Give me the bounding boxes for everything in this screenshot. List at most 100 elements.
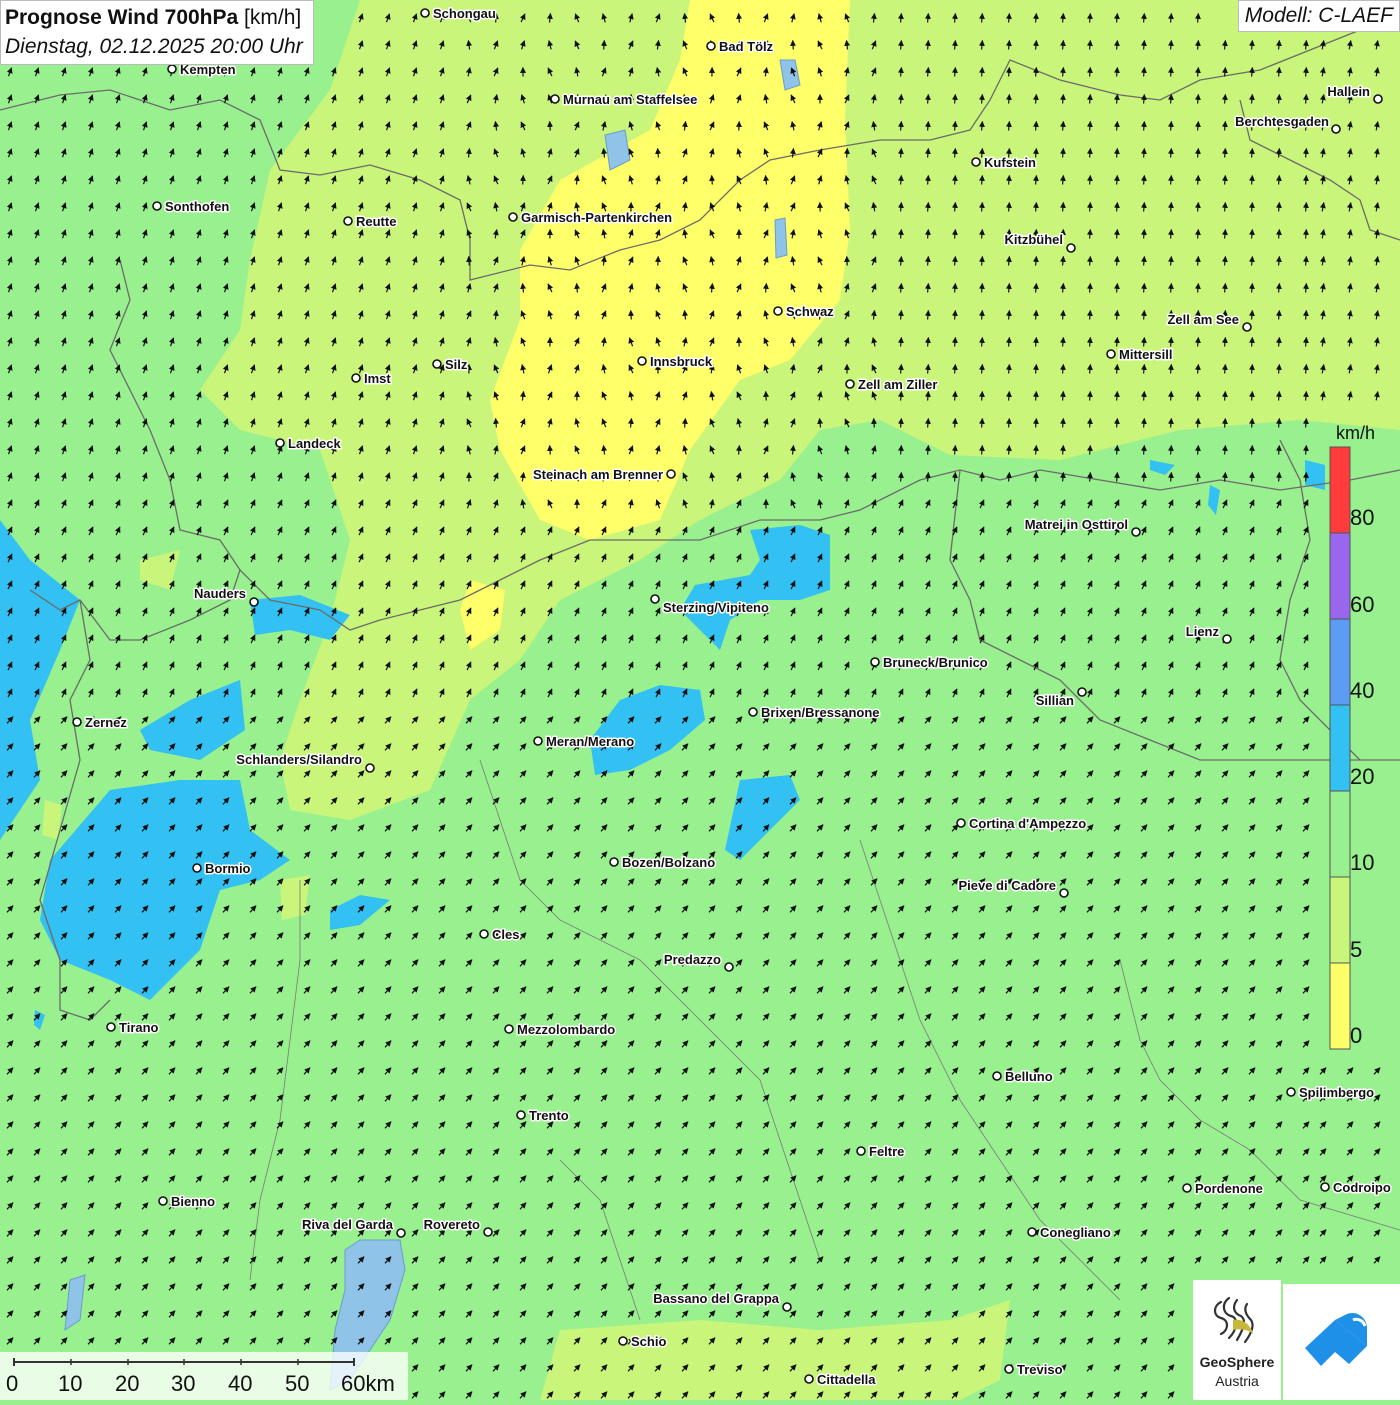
wind-arrow <box>1117 95 1118 104</box>
wind-arrow <box>1225 284 1226 293</box>
wind-arrow <box>901 311 902 320</box>
geosphere-sub: Austria <box>1193 1373 1281 1389</box>
town-dot <box>619 1337 627 1345</box>
town-marker[interactable]: Meran/Merano <box>534 734 634 749</box>
wind-arrow <box>955 338 956 347</box>
wind-arrow <box>928 338 929 347</box>
town-marker[interactable]: Cortina d'Ampezzo <box>957 816 1086 831</box>
wind-arrow <box>1171 176 1172 185</box>
wind-arrow <box>1117 203 1118 212</box>
town-dot <box>1067 244 1075 252</box>
town-dot <box>366 764 374 772</box>
wind-arrow <box>1252 257 1253 266</box>
legend-label-60: 60 <box>1350 592 1374 618</box>
wind-arrow <box>1171 68 1172 77</box>
wind-arrow <box>1279 284 1280 293</box>
scale-label-60km: 60km <box>341 1371 395 1397</box>
wind-arrow <box>1090 392 1091 401</box>
wind-arrow <box>1117 41 1118 50</box>
wind-map[interactable]: SchongauBad TölzKemptenMurnau am Staffel… <box>0 0 1400 1400</box>
town-label: Imst <box>364 371 391 386</box>
forecast-datetime: Dienstag, 02.12.2025 20:00 Uhr <box>5 32 303 61</box>
wind-arrow <box>901 68 902 77</box>
wind-arrow <box>1306 68 1307 77</box>
wind-arrow <box>928 392 929 401</box>
wind-arrow <box>1171 365 1172 374</box>
town-marker[interactable]: Bozen/Bolzano <box>610 855 715 870</box>
weather-app-logo[interactable] <box>1283 1284 1400 1400</box>
town-marker[interactable]: Mezzolombardo <box>505 1022 615 1037</box>
wind-arrow <box>1306 446 1307 455</box>
wind-arrow <box>901 365 902 374</box>
wind-arrow <box>1063 365 1064 374</box>
wind-arrow <box>1063 122 1064 131</box>
wind-arrow <box>901 14 902 23</box>
town-marker[interactable]: Spilimbergo <box>1287 1085 1374 1100</box>
town-marker[interactable]: Pordenone <box>1183 1181 1263 1196</box>
town-label: Lienz <box>1186 624 1220 639</box>
town-marker[interactable]: Steinach am Brenner <box>533 467 675 482</box>
wind-arrow <box>1144 68 1145 77</box>
wind-arrow <box>928 149 929 158</box>
legend-label-10: 10 <box>1350 850 1374 876</box>
town-marker[interactable]: Innsbruck <box>638 354 713 369</box>
geosphere-logo[interactable]: GeoSphere Austria <box>1193 1280 1281 1400</box>
wind-arrow <box>955 284 956 293</box>
wind-arrow <box>739 446 740 455</box>
town-marker[interactable]: Zell am Ziller <box>846 377 937 392</box>
wind-arrow <box>1225 365 1226 374</box>
wind-arrow <box>955 473 956 482</box>
wind-arrow <box>1198 365 1199 374</box>
wind-arrow <box>1090 284 1091 293</box>
wind-arrow <box>955 257 956 266</box>
town-label: Predazzo <box>664 952 721 967</box>
model-label: Modell: C-LAEF <box>1238 0 1400 32</box>
wind-arrow <box>928 122 929 131</box>
scale-label-0: 0 <box>6 1371 18 1397</box>
wind-arrow <box>1225 95 1226 104</box>
wind-arrow <box>1225 68 1226 77</box>
town-dot <box>1005 1365 1013 1373</box>
town-label: Hallein <box>1327 84 1370 99</box>
town-dot <box>610 858 618 866</box>
wind-arrow <box>1063 284 1064 293</box>
wind-arrow <box>604 41 605 50</box>
wind-arrow <box>1279 41 1280 50</box>
legend-label-5: 5 <box>1350 937 1362 963</box>
town-label: Bienno <box>171 1194 215 1209</box>
legend-label-20: 20 <box>1350 764 1374 790</box>
wind-arrow <box>1090 149 1091 158</box>
wind-arrow <box>982 95 983 104</box>
wind-arrow <box>928 203 929 212</box>
wind-arrow <box>1252 392 1253 401</box>
town-marker[interactable]: Conegliano <box>1028 1225 1111 1240</box>
geosphere-name: GeoSphere <box>1193 1354 1281 1370</box>
wind-arrow <box>928 176 929 185</box>
town-marker[interactable]: Schongau <box>421 6 496 21</box>
scale-bar: 0 10 20 30 40 50 60km <box>0 1352 408 1400</box>
wind-arrow <box>1279 473 1280 482</box>
wind-arrow <box>955 122 956 131</box>
town-label: Zell am See <box>1167 312 1239 327</box>
wind-arrow <box>955 149 956 158</box>
town-label: Bassano del Grappa <box>653 1291 779 1306</box>
wind-arrow <box>1306 203 1307 212</box>
wind-arrow <box>1117 392 1118 401</box>
town-dot <box>972 158 980 166</box>
map-title: Prognose Wind 700hPa <box>5 6 238 29</box>
town-marker[interactable]: Bruneck/Brunico <box>871 655 988 670</box>
wind-arrow <box>1252 446 1253 455</box>
town-marker[interactable]: Sonthofen <box>153 199 229 214</box>
wind-arrow <box>1198 122 1199 131</box>
town-marker[interactable]: Brixen/Bressanone <box>749 705 880 720</box>
wind-arrow <box>1306 284 1307 293</box>
wind-arrow <box>1225 149 1226 158</box>
wind-arrow <box>1090 446 1091 455</box>
town-dot <box>1374 95 1382 103</box>
wind-arrow <box>1009 14 1010 23</box>
wind-arrow <box>1009 122 1010 131</box>
town-marker[interactable]: Garmisch-Partenkirchen <box>509 210 672 225</box>
town-marker[interactable]: Murnau am Staffelsee <box>551 92 697 107</box>
scale-label-40: 40 <box>228 1371 252 1397</box>
scale-label-50: 50 <box>285 1371 309 1397</box>
